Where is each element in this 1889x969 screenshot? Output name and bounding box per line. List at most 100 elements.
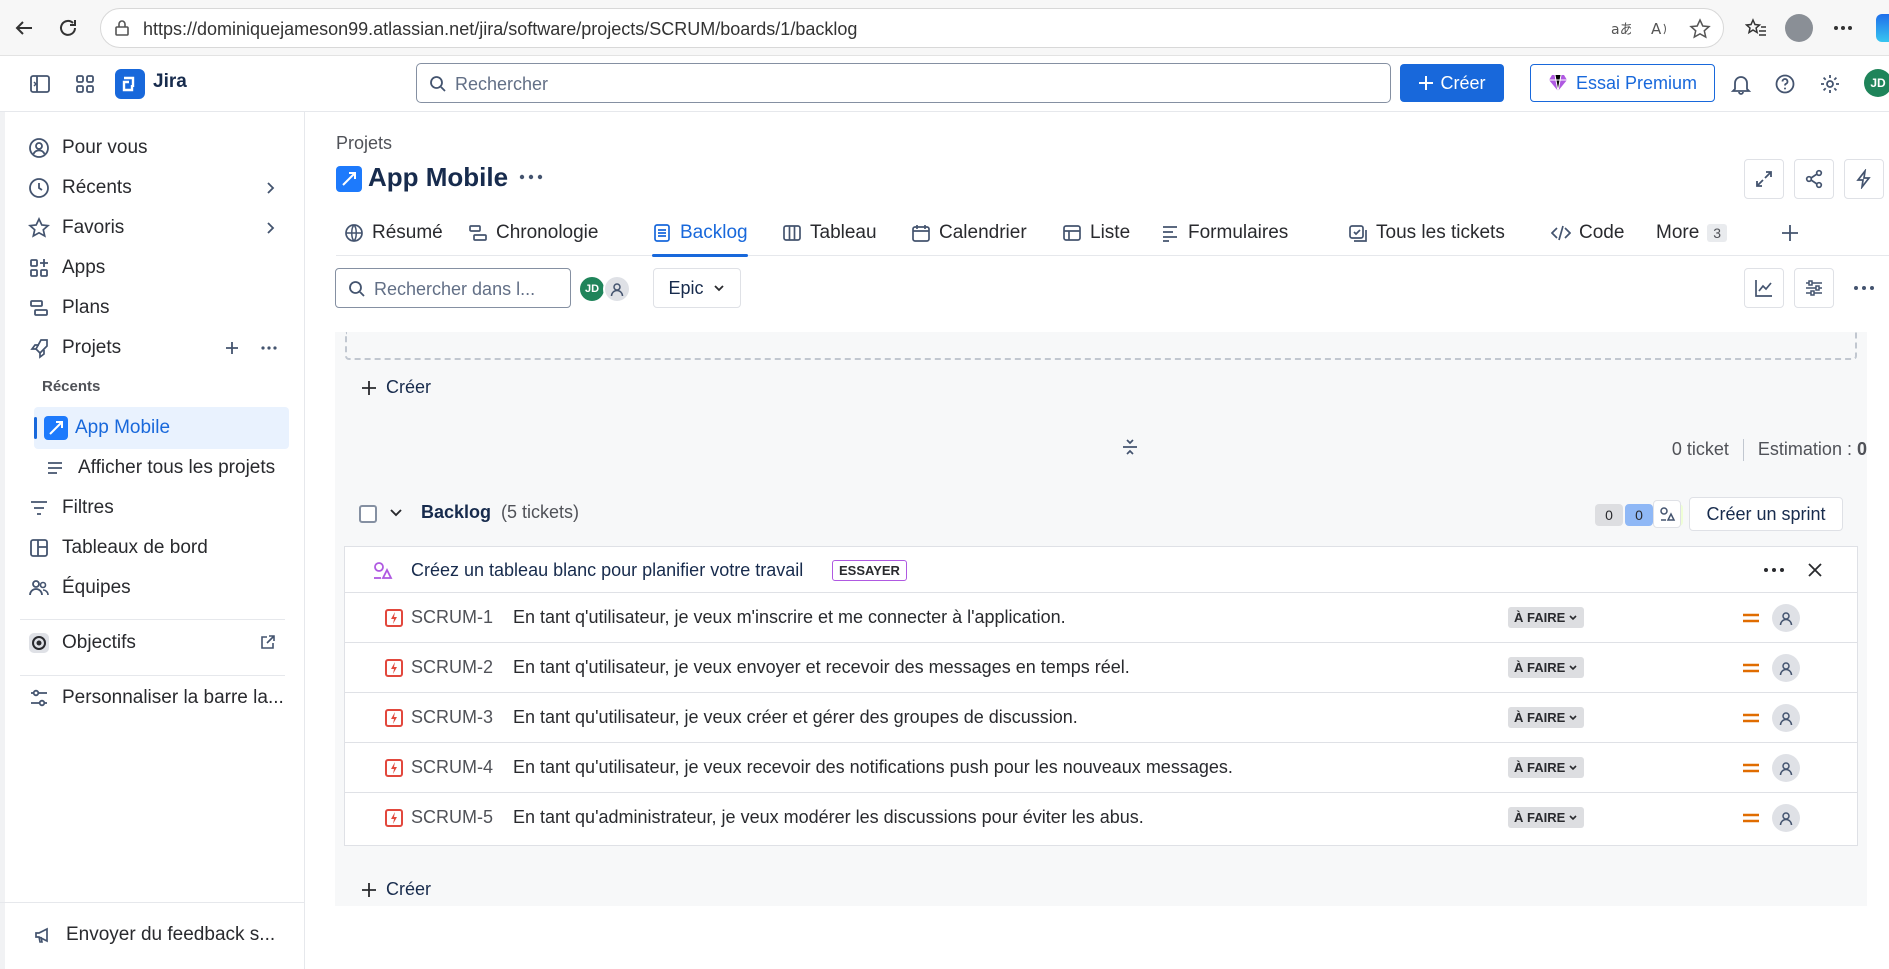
app-name[interactable]: Jira bbox=[153, 71, 187, 93]
try-badge[interactable]: ESSAYER bbox=[832, 560, 907, 581]
sidebar-item-objectives[interactable]: Objectifs bbox=[28, 625, 136, 661]
priority-medium-icon[interactable] bbox=[1741, 708, 1761, 728]
translate-icon[interactable]: aあ bbox=[1609, 18, 1631, 40]
add-tab-plus-icon[interactable] bbox=[1780, 210, 1800, 256]
external-link-icon[interactable] bbox=[260, 634, 276, 650]
address-bar[interactable]: https://dominiquejameson99.atlassian.net… bbox=[100, 8, 1724, 48]
app-switcher-icon[interactable] bbox=[70, 69, 100, 99]
browser-profile-avatar[interactable] bbox=[1785, 14, 1813, 42]
tab-more[interactable]: More 3 bbox=[1656, 210, 1728, 256]
issue-summary[interactable]: En tant qu'utilisateur, je veux recevoir… bbox=[513, 757, 1233, 778]
chevron-down-icon[interactable] bbox=[387, 504, 405, 522]
epic-filter-dropdown[interactable]: Epic bbox=[653, 268, 741, 308]
notifications-bell-icon[interactable] bbox=[1726, 69, 1756, 99]
issue-row[interactable]: SCRUM-3 En tant qu'utilisateur, je veux c… bbox=[345, 693, 1857, 743]
status-dropdown[interactable]: À FAIRE bbox=[1508, 607, 1585, 628]
status-dropdown[interactable]: À FAIRE bbox=[1508, 657, 1585, 678]
issue-summary[interactable]: En tant q'utilisateur, je veux m'inscrir… bbox=[513, 607, 1066, 628]
tab-code[interactable]: Code bbox=[1551, 210, 1624, 256]
issue-row[interactable]: SCRUM-4 En tant qu'utilisateur, je veux r… bbox=[345, 743, 1857, 793]
resize-handle-icon[interactable] bbox=[1120, 436, 1140, 458]
assignee-avatar[interactable] bbox=[1772, 704, 1800, 732]
tab-tous-les-tickets[interactable]: Tous les tickets bbox=[1348, 210, 1505, 256]
favorite-star-icon[interactable] bbox=[1689, 18, 1711, 40]
chevron-right-icon[interactable] bbox=[262, 220, 278, 236]
create-button[interactable]: Créer bbox=[1400, 64, 1504, 102]
help-icon[interactable] bbox=[1770, 69, 1800, 99]
sidebar-item-dashboards[interactable]: Tableaux de bord bbox=[28, 530, 208, 566]
global-search-input[interactable]: Rechercher bbox=[416, 63, 1391, 103]
feedback-button[interactable]: Envoyer du feedback s... bbox=[32, 917, 275, 953]
backlog-search-input[interactable]: Rechercher dans l... bbox=[335, 268, 571, 308]
share-icon[interactable] bbox=[1794, 159, 1834, 199]
premium-trial-button[interactable]: Essai Premium bbox=[1530, 64, 1715, 102]
back-arrow-icon[interactable] bbox=[10, 14, 38, 42]
issue-key[interactable]: SCRUM-3 bbox=[411, 707, 493, 728]
insights-chart-icon[interactable] bbox=[1744, 268, 1784, 308]
refresh-icon[interactable] bbox=[54, 14, 82, 42]
favorites-list-icon[interactable] bbox=[1742, 14, 1770, 42]
sidebar-item-apps[interactable]: Apps bbox=[28, 250, 105, 286]
sidebar-item-favoris[interactable]: Favoris bbox=[28, 210, 124, 246]
issue-key[interactable]: SCRUM-2 bbox=[411, 657, 493, 678]
sidebar-item-plans[interactable]: Plans bbox=[28, 290, 110, 326]
promo-more-icon[interactable] bbox=[1763, 561, 1785, 579]
priority-medium-icon[interactable] bbox=[1741, 658, 1761, 678]
expand-icon[interactable] bbox=[1744, 159, 1784, 199]
sidebar-item-recents[interactable]: Récents bbox=[28, 170, 132, 206]
jira-logo-icon[interactable] bbox=[115, 69, 145, 99]
issue-summary[interactable]: En tant qu'administrateur, je veux modér… bbox=[513, 807, 1144, 828]
issue-key[interactable]: SCRUM-1 bbox=[411, 607, 493, 628]
priority-medium-icon[interactable] bbox=[1741, 808, 1761, 828]
backlog-create-issue-button[interactable]: Créer bbox=[360, 879, 431, 900]
status-dropdown[interactable]: À FAIRE bbox=[1508, 707, 1585, 728]
sprint-create-issue-button[interactable]: Créer bbox=[360, 377, 431, 398]
user-avatar[interactable]: JD bbox=[1864, 69, 1889, 97]
copilot-icon[interactable] bbox=[1876, 14, 1889, 42]
assignee-avatar[interactable] bbox=[1772, 654, 1800, 682]
issue-key[interactable]: SCRUM-4 bbox=[411, 757, 493, 778]
sidebar-item-pour-vous[interactable]: Pour vous bbox=[28, 130, 148, 166]
sidebar-item-all-projects[interactable]: Afficher tous les projets bbox=[44, 450, 275, 486]
dependencies-icon[interactable] bbox=[1653, 500, 1681, 528]
backlog-select-checkbox[interactable] bbox=[359, 505, 377, 523]
sidebar-toggle-icon[interactable] bbox=[25, 69, 55, 99]
more-options-icon[interactable] bbox=[1844, 268, 1884, 308]
sidebar-item-teams[interactable]: Équipes bbox=[28, 570, 131, 606]
tab-liste[interactable]: Liste bbox=[1062, 210, 1130, 256]
tab-formulaires[interactable]: Formulaires bbox=[1160, 210, 1288, 256]
assignee-avatar[interactable] bbox=[1772, 604, 1800, 632]
unassigned-filter-avatar[interactable] bbox=[603, 275, 631, 303]
tab-calendrier[interactable]: Calendrier bbox=[911, 210, 1027, 256]
assignee-avatar[interactable] bbox=[1772, 804, 1800, 832]
sidebar-item-projets[interactable]: Projets bbox=[28, 330, 121, 366]
sidebar-item-customize[interactable]: Personnaliser la barre la... bbox=[28, 680, 284, 716]
issue-summary[interactable]: En tant q'utilisateur, je veux envoyer e… bbox=[513, 657, 1130, 678]
automation-lightning-icon[interactable] bbox=[1844, 159, 1884, 199]
issue-row[interactable]: SCRUM-1 En tant q'utilisateur, je veux m'… bbox=[345, 593, 1857, 643]
priority-medium-icon[interactable] bbox=[1741, 608, 1761, 628]
breadcrumb[interactable]: Projets bbox=[336, 133, 392, 154]
close-icon[interactable] bbox=[1805, 560, 1825, 580]
tab-backlog[interactable]: Backlog bbox=[652, 210, 748, 257]
status-dropdown[interactable]: À FAIRE bbox=[1508, 757, 1585, 778]
status-dropdown[interactable]: À FAIRE bbox=[1508, 807, 1585, 828]
settings-gear-icon[interactable] bbox=[1815, 69, 1845, 99]
project-more-icon[interactable] bbox=[518, 167, 544, 187]
issue-row[interactable]: SCRUM-2 En tant q'utilisateur, je veux en… bbox=[345, 643, 1857, 693]
browser-menu-icon[interactable] bbox=[1829, 14, 1857, 42]
priority-medium-icon[interactable] bbox=[1741, 758, 1761, 778]
add-project-plus-icon[interactable] bbox=[224, 340, 240, 356]
tab-chronologie[interactable]: Chronologie bbox=[468, 210, 598, 256]
sidebar-item-app-mobile[interactable]: App Mobile bbox=[34, 407, 289, 449]
create-sprint-button[interactable]: Créer un sprint bbox=[1689, 497, 1843, 531]
tab-resume[interactable]: Résumé bbox=[344, 210, 443, 256]
assignee-filter-avatar[interactable]: JD bbox=[578, 275, 606, 303]
assignee-avatar[interactable] bbox=[1772, 754, 1800, 782]
view-settings-icon[interactable] bbox=[1794, 268, 1834, 308]
tab-tableau[interactable]: Tableau bbox=[782, 210, 877, 256]
issue-summary[interactable]: En tant qu'utilisateur, je veux créer et… bbox=[513, 707, 1078, 728]
issue-row[interactable]: SCRUM-5 En tant qu'administrateur, je veu… bbox=[345, 793, 1857, 843]
chevron-right-icon[interactable] bbox=[262, 180, 278, 196]
sidebar-item-filtres[interactable]: Filtres bbox=[28, 490, 114, 526]
